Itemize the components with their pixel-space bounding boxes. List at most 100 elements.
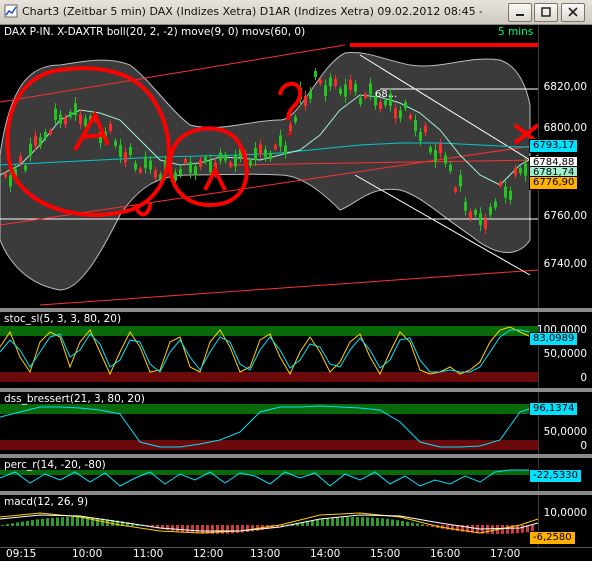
red-trendline-3: [39, 269, 538, 306]
candle-body: [269, 153, 272, 160]
stoc-panel[interactable]: stoc_sl(5, 3, 3, 80, 20): [0, 312, 538, 388]
candle-body: [24, 165, 27, 171]
candle-body: [314, 71, 317, 78]
macd-bar: [421, 524, 424, 526]
price-annotation: 68...: [375, 89, 397, 100]
macd-bar: [11, 523, 14, 526]
macd-bar: [81, 517, 84, 526]
candle-body: [114, 140, 117, 146]
candle-body: [119, 144, 122, 157]
macd-bar: [76, 517, 79, 526]
candle-body: [219, 152, 222, 161]
chart-window: 68... DAX P-IN. X-DAXTR boll(20, 2, -2) …: [0, 25, 592, 561]
perc-axis: -22,5330: [529, 458, 592, 491]
candle-body: [4, 173, 7, 177]
macd-bar: [251, 525, 254, 532]
candle-body: [224, 154, 227, 161]
candle-body: [444, 155, 447, 164]
candle-body: [479, 213, 482, 226]
macd-bar: [426, 525, 429, 527]
candle-body: [144, 156, 147, 168]
candle-body: [434, 149, 437, 162]
candle-body: [9, 175, 12, 187]
macd-bar: [66, 517, 69, 526]
macd-bar: [186, 525, 189, 533]
macd-bar: [391, 519, 394, 526]
dss-panel-label: dss_bressert(21, 3, 80, 20): [4, 393, 145, 405]
price-panel[interactable]: 68... DAX P-IN. X-DAXTR boll(20, 2, -2) …: [0, 25, 538, 308]
candle-body: [109, 124, 112, 132]
macd-bar: [451, 525, 454, 531]
macd-bar: [231, 525, 234, 534]
stoc-value-tag: 83,0989: [529, 332, 579, 346]
close-button[interactable]: [561, 3, 585, 22]
macd-bar: [31, 520, 34, 526]
candle-body: [259, 144, 262, 155]
price-panel-label: DAX P-IN. X-DAXTR boll(20, 2, -2) move(9…: [4, 26, 306, 38]
perc-value-tag: -22,5330: [529, 469, 582, 483]
current-price-tag: 6793,17: [529, 139, 579, 153]
candle-body: [464, 201, 467, 211]
macd-bar: [336, 517, 339, 526]
candle-body: [399, 110, 402, 119]
candle-body: [284, 145, 287, 155]
macd-axis: 10,0000 -6,2580: [529, 495, 592, 547]
candle-body: [134, 163, 137, 170]
macd-bar: [361, 517, 364, 526]
macd-bar: [181, 525, 184, 533]
candle-body: [339, 88, 342, 94]
candle-body: [69, 111, 72, 117]
candle-body: [19, 155, 22, 163]
macd-bar: [6, 524, 9, 526]
macd-bar: [236, 525, 239, 533]
minimize-button[interactable]: [508, 3, 532, 22]
candle-body: [54, 108, 57, 120]
macd-tick: 10,0000: [543, 507, 587, 519]
macd-bar: [341, 517, 344, 526]
candle-body: [454, 187, 457, 192]
macd-bar: [196, 525, 199, 534]
candle-body: [179, 169, 182, 176]
price-tag-c: 6776,90: [529, 176, 579, 190]
candle-body: [469, 211, 472, 219]
candle-body: [429, 147, 432, 153]
candle-body: [329, 77, 332, 87]
dss-tick: 50,0000: [543, 426, 587, 438]
candle-body: [59, 114, 62, 124]
candle-body: [349, 79, 352, 90]
macd-panel-label: macd(12, 26, 9): [4, 496, 89, 508]
macd-bar: [241, 525, 244, 533]
macd-bar: [46, 518, 49, 526]
macd-bar: [316, 519, 319, 526]
candle-body: [394, 108, 397, 119]
macd-bar: [56, 517, 59, 526]
dss-panel[interactable]: dss_bressert(21, 3, 80, 20): [0, 392, 538, 454]
candle-body: [439, 143, 442, 154]
candle-body: [79, 114, 82, 125]
candle-body: [319, 79, 322, 84]
candle-body: [229, 162, 232, 167]
macd-bar: [446, 525, 449, 530]
macd-bar: [96, 518, 99, 526]
macd-bar: [371, 517, 374, 526]
maximize-icon: [541, 7, 551, 17]
candle-body: [324, 84, 327, 96]
candle-body: [369, 83, 372, 95]
price-tick: 6820,00: [543, 81, 587, 93]
macd-bar: [16, 522, 19, 526]
candle-body: [189, 161, 192, 173]
time-tick: 17:00: [490, 548, 521, 560]
macd-bar: [246, 525, 249, 532]
macd-bar: [41, 518, 44, 526]
macd-bar: [321, 519, 324, 526]
time-tick: 10:00: [72, 548, 103, 560]
maximize-button[interactable]: [534, 3, 558, 22]
candle-body: [34, 135, 37, 146]
candle-body: [39, 137, 42, 146]
macd-bar: [411, 522, 414, 526]
candle-body: [64, 117, 67, 125]
candle-body: [409, 114, 412, 119]
macd-panel[interactable]: macd(12, 26, 9): [0, 495, 538, 547]
perc-panel[interactable]: perc_r(14, -20, -80): [0, 458, 538, 491]
macd-bar: [171, 525, 174, 531]
